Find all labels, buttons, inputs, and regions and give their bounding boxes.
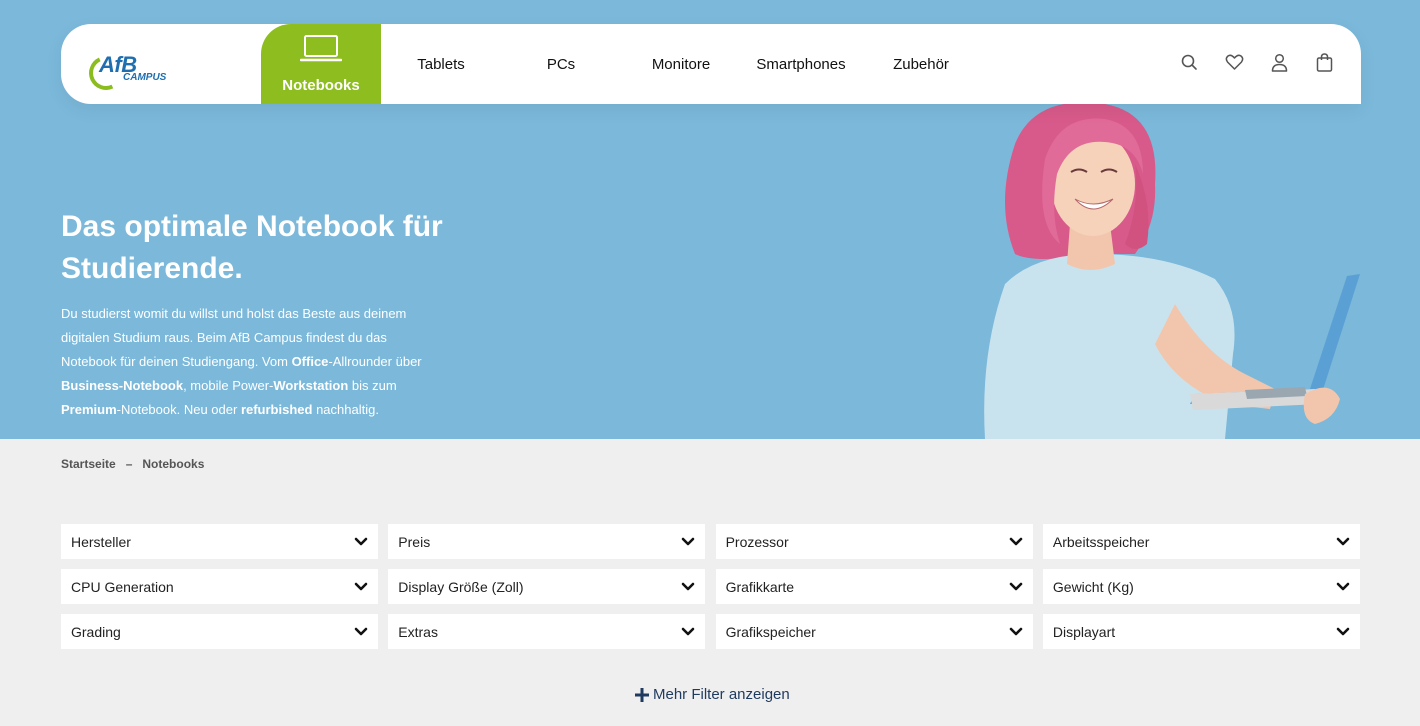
filter-grid: Hersteller Preis Prozessor Arbeitsspeich…: [61, 524, 1361, 649]
user-icon[interactable]: [1269, 52, 1290, 73]
filter-grading-dropdown[interactable]: Grading: [61, 614, 378, 649]
filter-label: Extras: [398, 623, 438, 640]
nav-item-tablets[interactable]: Tablets: [381, 24, 501, 104]
hero-student-image: [984, 104, 1360, 439]
more-filters-button[interactable]: Mehr Filter anzeigen: [635, 686, 790, 703]
search-icon[interactable]: [1179, 52, 1200, 73]
shopping-bag-icon[interactable]: [1314, 52, 1335, 73]
nav-item-label: Notebooks: [282, 77, 360, 94]
chevron-down-icon: [1336, 627, 1350, 635]
breadcrumb-current: Notebooks: [142, 457, 205, 471]
heart-icon[interactable]: [1224, 52, 1245, 73]
breadcrumb-home-link[interactable]: Startseite: [61, 457, 116, 471]
laptop-icon: [300, 35, 342, 62]
breadcrumb: Startseite – Notebooks: [61, 457, 204, 471]
nav-item-notebooks[interactable]: Notebooks: [261, 24, 381, 104]
chevron-down-icon: [354, 582, 368, 590]
filter-label: Display Größe (Zoll): [398, 578, 524, 595]
logo-wordmark: AfB CAMPUS: [84, 51, 166, 95]
filter-grafikkarte-dropdown[interactable]: Grafikkarte: [715, 569, 1033, 604]
nav-item-label: Zubehör: [893, 55, 949, 73]
breadcrumb-separator: –: [125, 457, 133, 471]
nav-action-icons: [1179, 52, 1335, 73]
chevron-down-icon: [1009, 537, 1022, 545]
filter-grafikspeicher-dropdown[interactable]: Grafikspeicher: [715, 614, 1033, 649]
filter-displayart-dropdown[interactable]: Displayart: [1042, 614, 1360, 649]
chevron-down-icon: [1009, 582, 1022, 590]
nav-item-pcs[interactable]: PCs: [501, 24, 621, 104]
filter-label: Gewicht (Kg): [1052, 578, 1134, 595]
filter-arbeitsspeicher-dropdown[interactable]: Arbeitsspeicher: [1042, 524, 1360, 559]
filter-label: Arbeitsspeicher: [1052, 533, 1150, 550]
filter-label: Grafikspeicher: [725, 623, 816, 640]
filter-gewicht-dropdown[interactable]: Gewicht (Kg): [1042, 569, 1360, 604]
chevron-down-icon: [681, 537, 695, 545]
filter-label: Preis: [398, 533, 431, 550]
filter-prozessor-dropdown[interactable]: Prozessor: [715, 524, 1033, 559]
nav-item-zubehoer[interactable]: Zubehör: [861, 24, 981, 104]
filter-hersteller-dropdown[interactable]: Hersteller: [61, 524, 378, 559]
chevron-down-icon: [681, 627, 695, 635]
filter-label: Hersteller: [71, 533, 131, 550]
chevron-down-icon: [354, 537, 368, 545]
afb-campus-logo[interactable]: AfB CAMPUS: [84, 46, 179, 95]
hero-description: Du studierst womit du willst und holst d…: [61, 306, 422, 417]
nav-item-label: Smartphones: [756, 55, 846, 73]
filter-preis-dropdown[interactable]: Preis: [388, 524, 706, 559]
filter-label: Grading: [71, 623, 121, 640]
chevron-down-icon: [1336, 582, 1350, 590]
filter-display-groesse-dropdown[interactable]: Display Größe (Zoll): [388, 569, 706, 604]
filter-label: Grafikkarte: [725, 578, 795, 595]
nav-item-label: PCs: [546, 55, 576, 73]
chevron-down-icon: [354, 627, 368, 635]
nav-item-monitore[interactable]: Monitore: [621, 24, 741, 104]
more-filters-label: Mehr Filter anzeigen: [653, 686, 790, 703]
nav-item-label: Tablets: [417, 55, 465, 73]
hero-title: Das optimale Notebook für Studierende.: [61, 210, 443, 285]
filter-label: Prozessor: [725, 533, 789, 550]
nav-item-smartphones[interactable]: Smartphones: [741, 24, 861, 104]
filter-label: Displayart: [1052, 623, 1116, 640]
main-navigation: AfB CAMPUS Notebooks Tablets PCs Monitor…: [61, 24, 1361, 104]
nav-item-label: Monitore: [651, 55, 711, 73]
filter-cpu-generation-dropdown[interactable]: CPU Generation: [61, 569, 378, 604]
chevron-down-icon: [681, 582, 695, 590]
logo-subtext: CAMPUS: [123, 72, 167, 83]
filter-label: CPU Generation: [71, 578, 174, 595]
chevron-down-icon: [1336, 537, 1350, 545]
plus-icon: [635, 687, 649, 702]
filter-extras-dropdown[interactable]: Extras: [388, 614, 706, 649]
chevron-down-icon: [1009, 627, 1022, 635]
